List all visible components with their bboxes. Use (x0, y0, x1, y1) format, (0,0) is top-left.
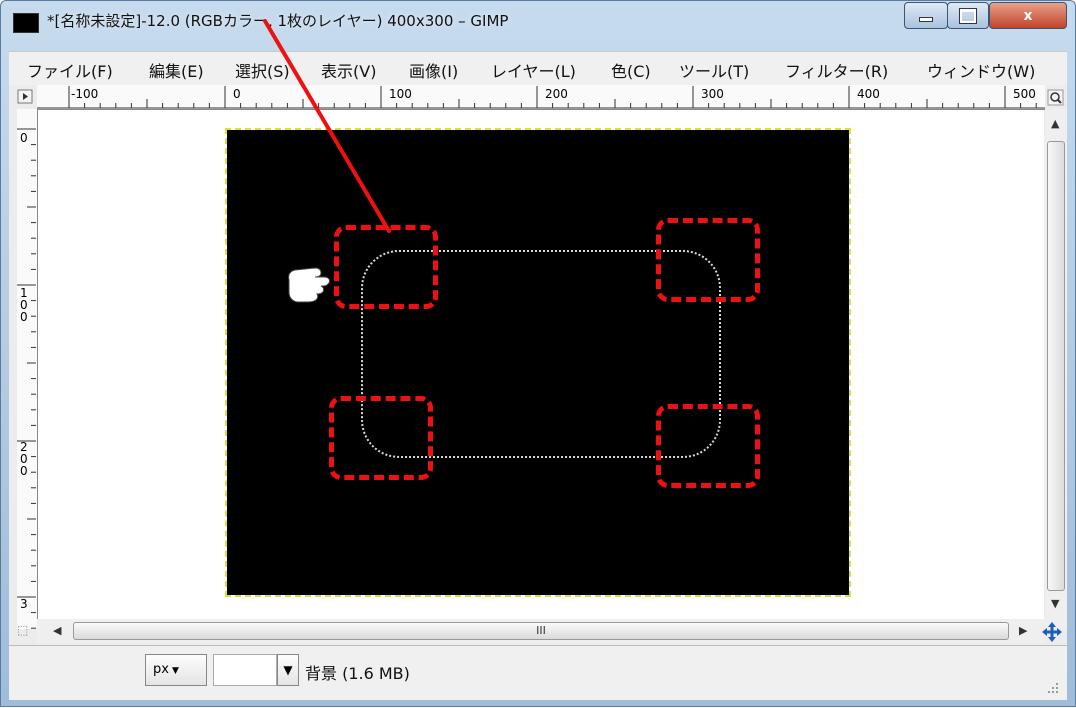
v-ruler-label: 200 (20, 440, 28, 478)
layer-info-text: 背景 (1.6 MB) (305, 664, 410, 683)
h-ruler-ticks (37, 86, 1045, 109)
menu-layer[interactable]: レイヤー(L) (491, 58, 576, 82)
highlight-top-left-corner (334, 225, 438, 309)
scroll-up-icon[interactable]: ▲ (1051, 117, 1059, 130)
minimize-icon (919, 17, 933, 22)
menu-colors[interactable]: 色(C) (611, 58, 651, 82)
vertical-scroll-thumb[interactable] (1047, 141, 1065, 591)
horizontal-scrollbar[interactable]: ⬚ ◀ III ▶ (17, 619, 1045, 643)
menu-edit[interactable]: 編集(E) (149, 58, 204, 82)
v-ruler-ticks (17, 128, 36, 629)
close-button[interactable]: x (989, 2, 1067, 29)
zoom-input[interactable] (213, 654, 277, 686)
app-icon (13, 13, 39, 33)
menu-arrow-icon[interactable] (17, 89, 35, 105)
menu-image[interactable]: 画像(I) (409, 58, 458, 82)
resize-grip-icon[interactable] (1045, 680, 1061, 696)
horizontal-scroll-thumb[interactable]: III (73, 622, 1009, 640)
canvas-area[interactable] (38, 110, 1044, 627)
menu-bar: ファイル(F) 編集(E) 選択(S) 表示(V) 画像(I) レイヤー(L) … (9, 51, 1067, 85)
menu-filters[interactable]: フィルター(R) (785, 58, 888, 82)
menu-view[interactable]: 表示(V) (321, 58, 376, 82)
menu-select[interactable]: 選択(S) (235, 58, 290, 82)
h-ruler-label: 400 (857, 87, 880, 101)
minimize-button[interactable] (904, 2, 948, 29)
scroll-left-icon[interactable]: ◀ (53, 624, 61, 637)
scroll-right-icon[interactable]: ▶ (1019, 624, 1027, 637)
menu-tools[interactable]: ツール(T) (679, 58, 749, 82)
menu-windows[interactable]: ウィンドウ(W) (927, 58, 1035, 82)
highlight-bottom-left-corner (329, 396, 433, 480)
title-bar[interactable]: *[名称未設定]-12.0 (RGBカラー, 1枚のレイヤー) 400x300 … (1, 1, 1075, 41)
dropdown-arrow-icon: ▼ (283, 663, 293, 677)
h-ruler-label: 0 (233, 87, 241, 101)
image-window-client: -100 0 100 200 300 400 500 0 100 200 3 ▲… (9, 85, 1067, 700)
menu-file[interactable]: ファイル(F) (27, 58, 113, 82)
image-canvas[interactable] (225, 128, 851, 597)
status-bar: px ▼ ▼ 背景 (1.6 MB) (9, 645, 1067, 700)
scroll-down-icon[interactable]: ▼ (1051, 597, 1059, 610)
h-ruler-label: 300 (701, 87, 724, 101)
h-ruler-label: -100 (71, 87, 99, 101)
h-ruler-label: 500 (1013, 87, 1036, 101)
h-ruler-label: 200 (545, 87, 568, 101)
v-ruler-label: 0 (20, 131, 28, 145)
zoom-dropdown-button[interactable]: ▼ (277, 654, 299, 686)
highlight-top-right-corner (656, 218, 760, 302)
vertical-scrollbar[interactable]: ▲ ▼ (1045, 109, 1067, 629)
quick-mask-icon[interactable]: ⬚ (17, 623, 28, 637)
unit-select[interactable]: px ▼ (145, 654, 207, 686)
dropdown-arrow-icon: ▼ (171, 666, 179, 676)
pointing-hand-icon (288, 267, 330, 303)
v-ruler-label: 100 (20, 286, 28, 324)
vertical-ruler[interactable]: 0 100 200 3 (17, 109, 38, 629)
zoom-fit-icon[interactable] (1047, 89, 1065, 107)
horizontal-ruler[interactable]: -100 0 100 200 300 400 500 (37, 85, 1045, 110)
h-ruler-label: 100 (389, 87, 412, 101)
maximize-icon (959, 7, 977, 24)
close-icon: x (1023, 7, 1033, 24)
highlight-bottom-right-corner (656, 404, 760, 488)
v-ruler-label: 3 (20, 597, 28, 611)
window-title: *[名称未設定]-12.0 (RGBカラー, 1枚のレイヤー) 400x300 … (47, 12, 509, 30)
navigate-icon[interactable] (1041, 621, 1063, 643)
unit-value: px (153, 662, 169, 677)
gimp-window: *[名称未設定]-12.0 (RGBカラー, 1枚のレイヤー) 400x300 … (0, 0, 1076, 707)
maximize-button[interactable] (947, 2, 989, 29)
